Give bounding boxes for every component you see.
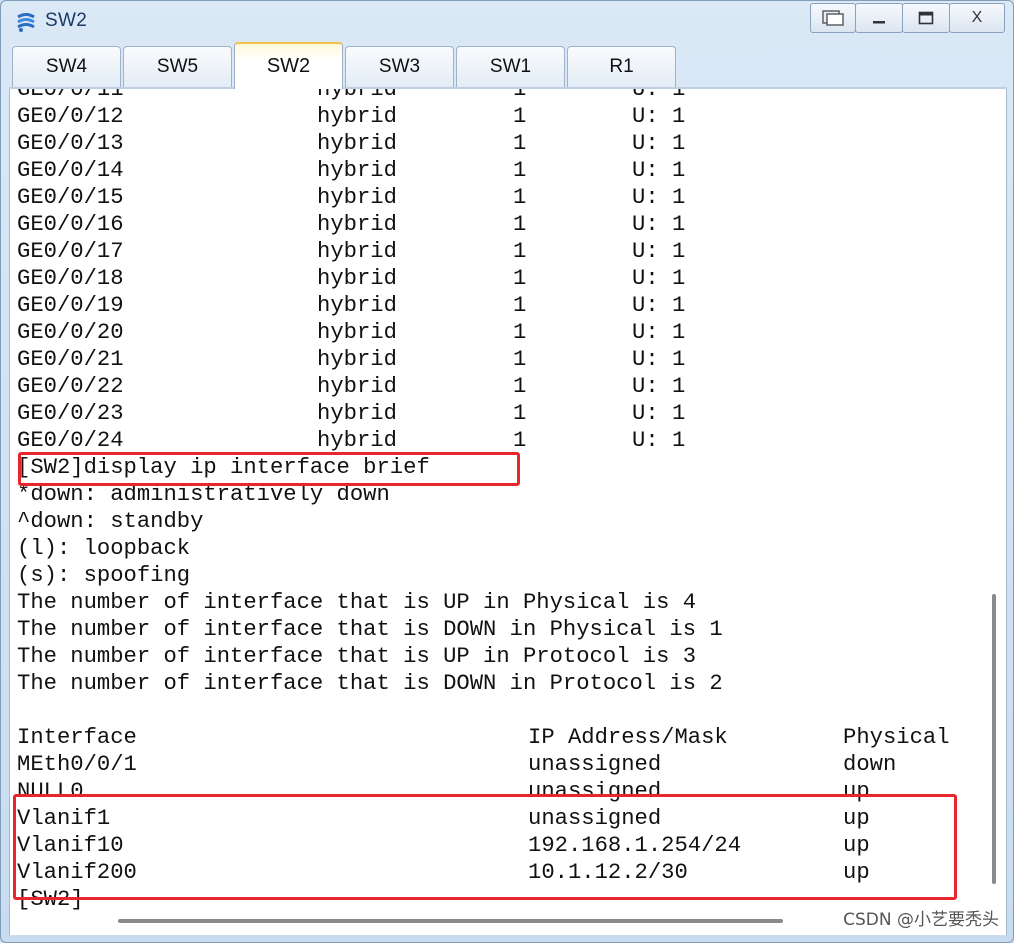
port-type: hybrid	[317, 89, 397, 102]
restore-icon	[822, 10, 844, 26]
info-text: The number of interface that is UP in Ph…	[17, 590, 697, 615]
window-controls: X	[810, 3, 1005, 33]
tab-sw3[interactable]: SW3	[345, 46, 454, 87]
port-vlans: U: 1	[632, 104, 686, 129]
port-pvid: 1	[513, 158, 527, 183]
port-pvid: 1	[513, 374, 527, 399]
port-name: GE0/0/16	[17, 212, 124, 237]
terminal-output[interactable]: GE0/0/11 hybrid 1 U: 1 GE0/0/12 hybrid 1 U: 1 GE…	[9, 89, 1007, 935]
info-text: (s): spoofing	[17, 563, 191, 588]
vlanif-highlight-box	[13, 794, 957, 900]
maximize-button[interactable]	[902, 3, 950, 33]
port-vlans: U: 1	[632, 374, 686, 399]
port-pvid: 1	[513, 428, 527, 453]
port-vlans: U: 1	[632, 320, 686, 345]
port-pvid: 1	[513, 266, 527, 291]
header-physical: Physical	[843, 725, 950, 750]
port-vlans: U: 1	[632, 89, 686, 102]
header-ip: IP Address/Mask	[528, 725, 728, 750]
device-tabs: SW4 SW5 SW2 SW3 SW1 R1	[9, 41, 1007, 89]
port-type: hybrid	[317, 347, 397, 372]
header-interface: Interface	[17, 725, 137, 750]
port-type: hybrid	[317, 320, 397, 345]
port-pvid: 1	[513, 131, 527, 156]
port-vlans: U: 1	[632, 347, 686, 372]
iface-ip: unassigned	[528, 752, 662, 777]
maximize-icon	[918, 11, 934, 25]
port-pvid: 1	[513, 239, 527, 264]
port-vlans: U: 1	[632, 158, 686, 183]
minimize-icon	[873, 21, 885, 24]
port-pvid: 1	[513, 89, 527, 102]
info-text: ^down: standby	[17, 509, 204, 534]
horizontal-scrollbar[interactable]	[118, 919, 783, 923]
port-name: GE0/0/23	[17, 401, 124, 426]
port-type: hybrid	[317, 158, 397, 183]
port-vlans: U: 1	[632, 185, 686, 210]
vertical-scrollbar[interactable]	[992, 594, 996, 884]
port-type: hybrid	[317, 401, 397, 426]
port-name: GE0/0/15	[17, 185, 124, 210]
iface-name: MEth0/0/1	[17, 752, 137, 777]
port-name: GE0/0/19	[17, 293, 124, 318]
port-name: GE0/0/20	[17, 320, 124, 345]
port-vlans: U: 1	[632, 428, 686, 453]
port-type: hybrid	[317, 185, 397, 210]
tab-sw2[interactable]: SW2	[234, 42, 343, 89]
terminal-window: SW2 X SW4 SW5 SW2 SW3 SW1 R1 GE0/0/11 hy…	[0, 0, 1014, 943]
info-text: The number of interface that is DOWN in …	[17, 617, 723, 642]
watermark: CSDN @小艺要秃头	[843, 910, 999, 930]
port-pvid: 1	[513, 104, 527, 129]
port-name: GE0/0/21	[17, 347, 124, 372]
switch-app-icon	[17, 13, 35, 32]
port-pvid: 1	[513, 347, 527, 372]
tab-sw4[interactable]: SW4	[12, 46, 121, 87]
info-text: The number of interface that is DOWN in …	[17, 671, 723, 696]
port-name: GE0/0/13	[17, 131, 124, 156]
minimize-button[interactable]	[855, 3, 903, 33]
window-title: SW2	[45, 10, 88, 31]
info-text: The number of interface that is UP in Pr…	[17, 644, 697, 669]
port-vlans: U: 1	[632, 131, 686, 156]
port-type: hybrid	[317, 374, 397, 399]
port-pvid: 1	[513, 212, 527, 237]
port-name: GE0/0/14	[17, 158, 124, 183]
port-vlans: U: 1	[632, 293, 686, 318]
port-type: hybrid	[317, 293, 397, 318]
title-bar[interactable]: SW2 X	[1, 1, 1013, 41]
port-name: GE0/0/12	[17, 104, 124, 129]
port-type: hybrid	[317, 239, 397, 264]
info-text: (l): loopback	[17, 536, 191, 561]
port-type: hybrid	[317, 104, 397, 129]
port-name: GE0/0/17	[17, 239, 124, 264]
port-type: hybrid	[317, 266, 397, 291]
tab-sw5[interactable]: SW5	[123, 46, 232, 87]
port-pvid: 1	[513, 185, 527, 210]
port-name: GE0/0/18	[17, 266, 124, 291]
port-vlans: U: 1	[632, 212, 686, 237]
restore-button[interactable]	[810, 3, 856, 33]
port-vlans: U: 1	[632, 401, 686, 426]
port-vlans: U: 1	[632, 266, 686, 291]
tab-r1[interactable]: R1	[567, 46, 676, 87]
port-pvid: 1	[513, 293, 527, 318]
port-vlans: U: 1	[632, 239, 686, 264]
iface-physical: down	[843, 752, 897, 777]
port-type: hybrid	[317, 212, 397, 237]
port-pvid: 1	[513, 320, 527, 345]
port-pvid: 1	[513, 401, 527, 426]
close-button[interactable]: X	[949, 3, 1005, 33]
command-highlight-box	[18, 452, 520, 486]
port-name: GE0/0/11	[17, 89, 124, 102]
close-icon: X	[971, 9, 983, 26]
port-name: GE0/0/24	[17, 428, 124, 453]
port-name: GE0/0/22	[17, 374, 124, 399]
tab-sw1[interactable]: SW1	[456, 46, 565, 87]
port-type: hybrid	[317, 428, 397, 453]
port-type: hybrid	[317, 131, 397, 156]
